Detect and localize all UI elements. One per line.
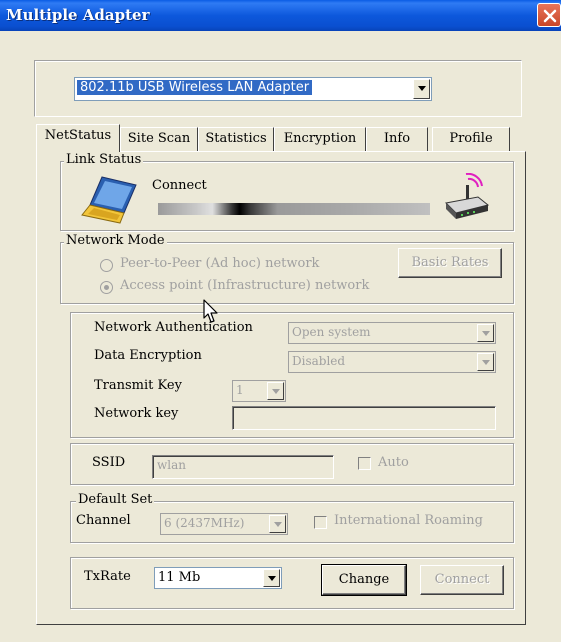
- chevron-down-icon[interactable]: [477, 324, 494, 342]
- signal-strength-bar: [158, 203, 430, 215]
- chevron-down-icon[interactable]: [267, 382, 284, 400]
- network-mode-legend: Network Mode: [64, 233, 167, 248]
- chevron-down-icon[interactable]: [269, 515, 286, 533]
- data-encryption-select[interactable]: Disabled: [288, 351, 496, 373]
- chevron-down-icon[interactable]: [263, 569, 280, 587]
- chevron-down-icon[interactable]: [477, 353, 494, 371]
- ssid-auto-checkbox[interactable]: [358, 457, 371, 470]
- connect-button[interactable]: Connect: [420, 565, 504, 595]
- ssid-value: wlan: [157, 458, 186, 472]
- ssid-input[interactable]: wlan: [152, 455, 334, 479]
- network-authentication-value: Open system: [292, 325, 371, 339]
- data-encryption-value: Disabled: [292, 354, 346, 368]
- international-roaming-checkbox[interactable]: [314, 516, 327, 529]
- panel-content: Link Status Connect Network Mode Peer-to…: [0, 0, 561, 642]
- ssid-label: SSID: [92, 455, 126, 470]
- txrate-value: 11 Mb: [158, 570, 201, 585]
- network-key-label: Network key: [94, 406, 179, 421]
- laptop-icon: [81, 176, 137, 224]
- data-encryption-label: Data Encryption: [94, 348, 202, 363]
- network-authentication-select[interactable]: Open system: [288, 322, 496, 344]
- transmit-key-label: Transmit Key: [94, 378, 182, 393]
- link-status-legend: Link Status: [64, 152, 144, 167]
- connection-status-text: Connect: [152, 178, 207, 193]
- international-roaming-label: International Roaming: [334, 513, 483, 528]
- transmit-key-value: 1: [236, 383, 244, 397]
- channel-value: 6 (2437MHz): [164, 516, 245, 530]
- network-authentication-label: Network Authentication: [94, 320, 253, 335]
- network-key-input[interactable]: [232, 406, 496, 430]
- infrastructure-label: Access point (Infrastructure) network: [120, 278, 370, 293]
- channel-select[interactable]: 6 (2437MHz): [160, 513, 288, 535]
- channel-label: Channel: [76, 513, 131, 528]
- txrate-select[interactable]: 11 Mb: [154, 567, 282, 589]
- mouse-cursor-icon: [203, 299, 218, 323]
- adhoc-label: Peer-to-Peer (Ad hoc) network: [120, 256, 320, 271]
- txrate-label: TxRate: [84, 569, 131, 584]
- basic-rates-button[interactable]: Basic Rates: [398, 248, 502, 278]
- transmit-key-select[interactable]: 1: [232, 380, 286, 402]
- access-point-icon: [444, 173, 490, 219]
- change-button[interactable]: Change: [321, 564, 407, 596]
- adapter-window: Multiple Adapter 802.11b USB Wireless LA…: [0, 0, 561, 642]
- default-set-legend: Default Set: [76, 492, 155, 507]
- infrastructure-radio[interactable]: [100, 281, 113, 294]
- adhoc-radio[interactable]: [100, 259, 113, 272]
- ssid-auto-label: Auto: [378, 455, 409, 470]
